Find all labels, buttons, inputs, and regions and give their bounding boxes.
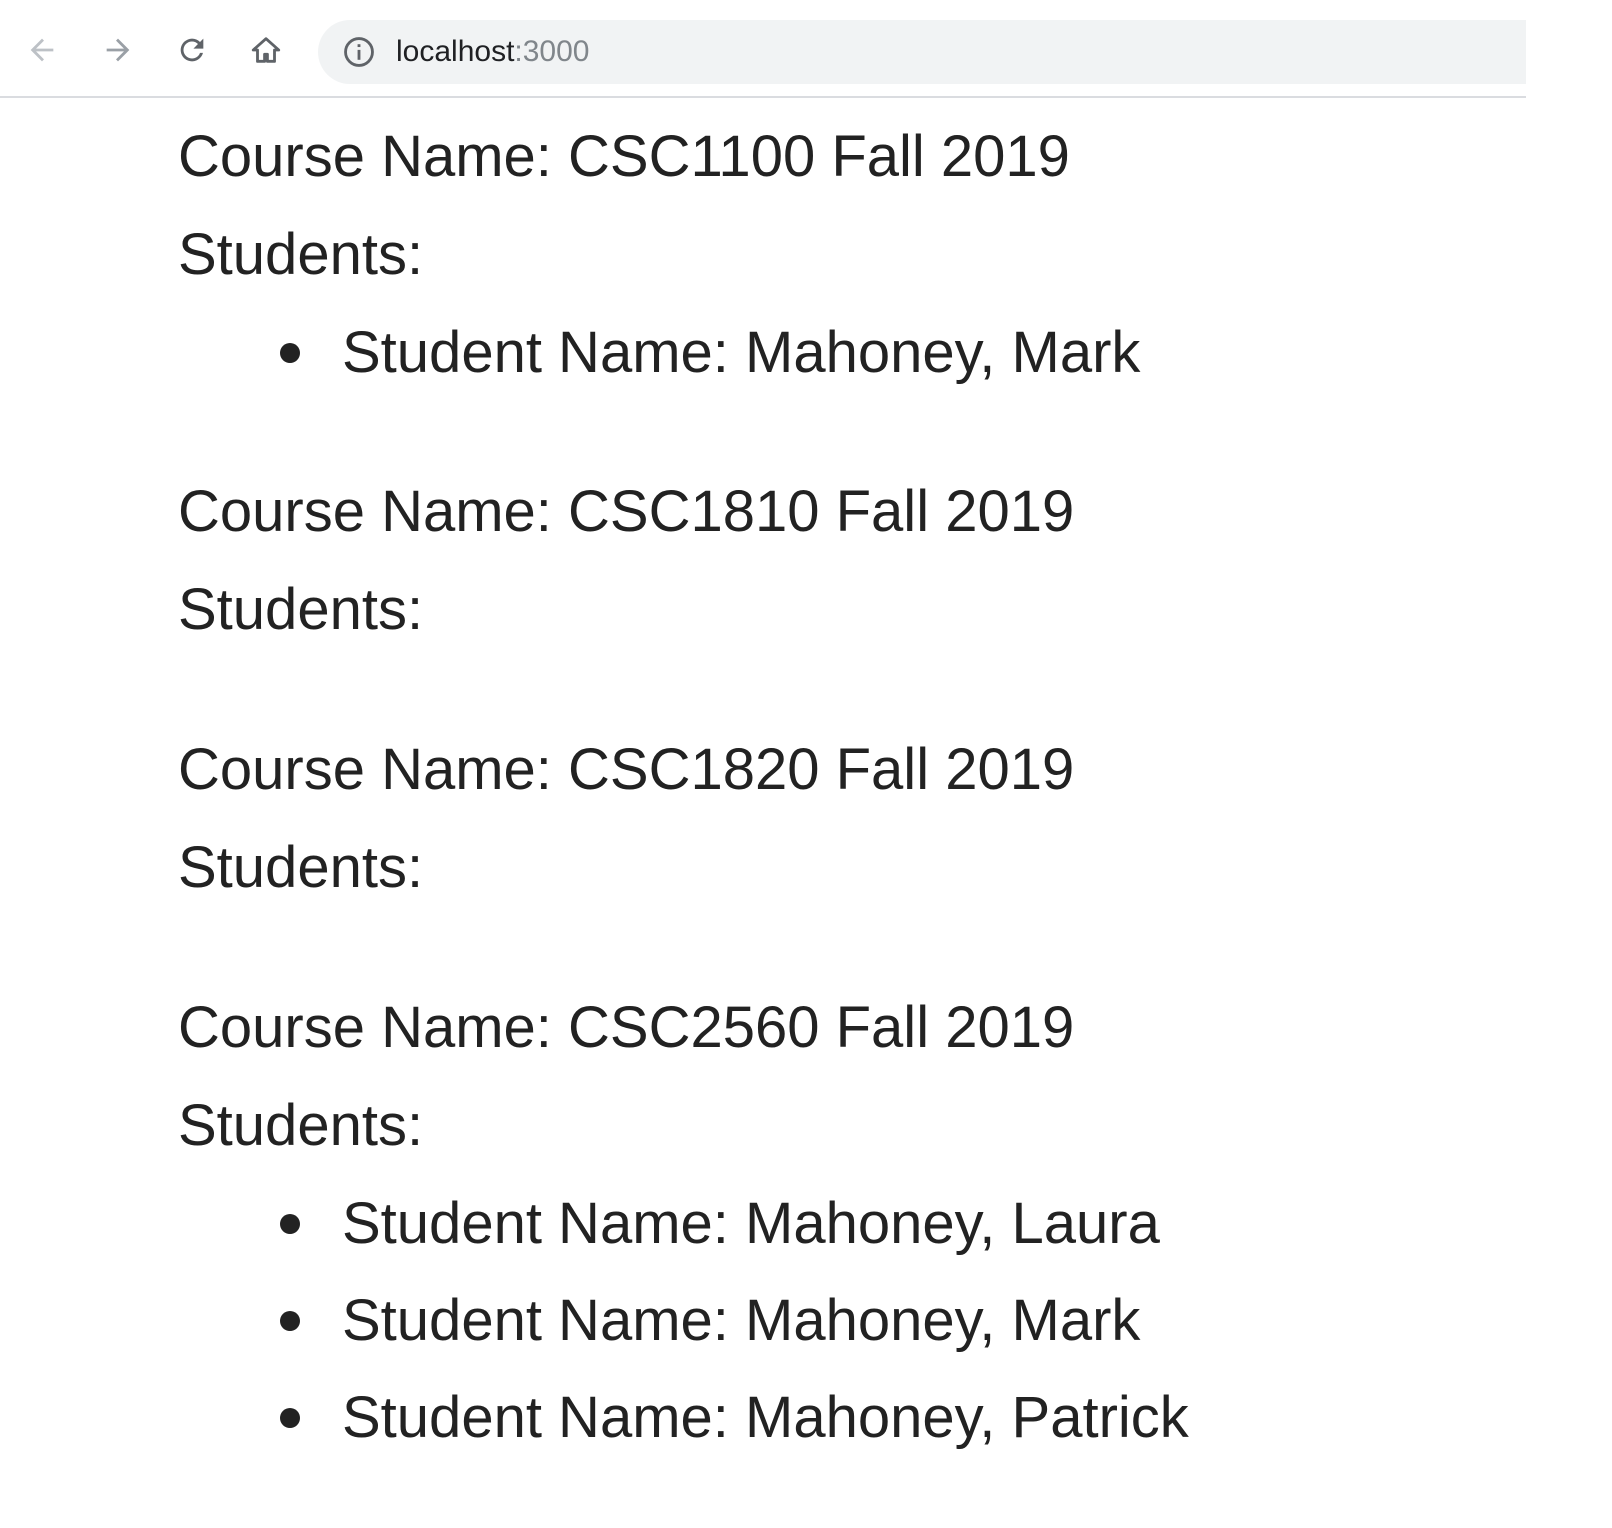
url-host: localhost (396, 35, 515, 68)
student-list-item: Student Name: Mahoney, Patrick (278, 1369, 1518, 1466)
students-label: Students: (178, 222, 424, 287)
back-button[interactable] (20, 28, 64, 72)
course-name: Course Name: CSC1810 Fall 2019 (178, 479, 1075, 544)
info-icon[interactable] (342, 35, 376, 69)
home-icon (251, 37, 281, 63)
browser-toolbar: localhost:3000 (0, 0, 1526, 98)
reload-icon (180, 38, 204, 62)
students-label: Students: (178, 1093, 424, 1158)
student-list: Student Name: Mahoney, Laura Student Nam… (178, 1175, 1518, 1466)
course-block: Course Name: CSC1100 Fall 2019 Students:… (178, 108, 1518, 401)
course-name: Course Name: CSC2560 Fall 2019 (178, 995, 1075, 1060)
students-label: Students: (178, 577, 424, 642)
course-name: Course Name: CSC1100 Fall 2019 (178, 124, 1070, 189)
course-block: Course Name: CSC2560 Fall 2019 Students:… (178, 979, 1518, 1466)
bullet-icon (280, 1408, 300, 1428)
student-list-item: Student Name: Mahoney, Laura (278, 1175, 1518, 1272)
bullet-icon (280, 1311, 300, 1331)
student-name: Student Name: Mahoney, Mark (342, 320, 1141, 385)
course-name: Course Name: CSC1820 Fall 2019 (178, 737, 1075, 802)
reload-button[interactable] (170, 28, 214, 72)
forward-arrow-icon (106, 38, 130, 62)
url-text[interactable]: localhost:3000 (396, 34, 589, 70)
student-name: Student Name: Mahoney, Patrick (342, 1385, 1189, 1450)
bullet-icon (280, 1214, 300, 1234)
page-content: Course Name: CSC1100 Fall 2019 Students:… (178, 108, 1518, 1528)
student-list-item: Student Name: Mahoney, Mark (278, 304, 1518, 401)
home-button[interactable] (244, 28, 288, 72)
student-list: Student Name: Mahoney, Mark (178, 304, 1518, 401)
forward-button[interactable] (96, 28, 140, 72)
student-list-item: Student Name: Mahoney, Mark (278, 1272, 1518, 1369)
back-arrow-icon (30, 38, 54, 62)
url-port: :3000 (514, 35, 590, 68)
student-name: Student Name: Mahoney, Laura (342, 1191, 1160, 1256)
course-block: Course Name: CSC1820 Fall 2019 Students: (178, 721, 1518, 917)
course-block: Course Name: CSC1810 Fall 2019 Students: (178, 463, 1518, 659)
address-bar[interactable]: localhost:3000 (318, 20, 1526, 84)
students-label: Students: (178, 835, 424, 900)
bullet-icon (280, 343, 300, 363)
student-name: Student Name: Mahoney, Mark (342, 1288, 1141, 1353)
